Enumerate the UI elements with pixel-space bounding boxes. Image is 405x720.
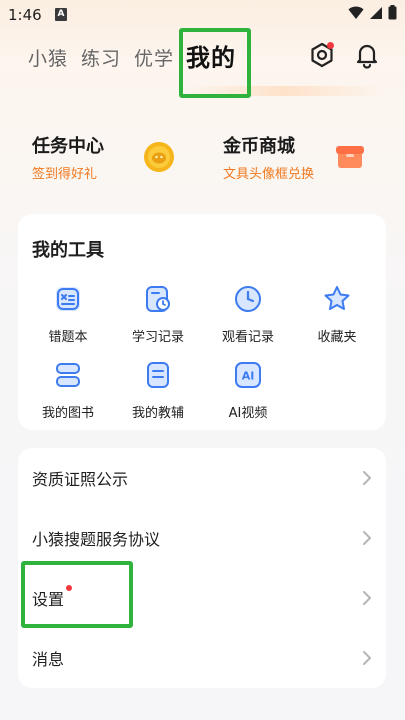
- tool-label: 学习记录: [131, 330, 184, 345]
- menu-item-label: 资质证照公示: [32, 470, 129, 489]
- tab-youxue[interactable]: 优学: [134, 44, 174, 71]
- task-center-subtitle: 签到得好礼: [32, 167, 98, 182]
- bell-icon: [356, 44, 378, 69]
- wifi-icon: [348, 6, 364, 19]
- wrong-answers-icon: [56, 287, 80, 311]
- menu-item-label: 消息: [32, 650, 65, 669]
- study-record-icon: [146, 286, 170, 312]
- chevron-right-icon: [363, 531, 371, 545]
- tab-practice[interactable]: 练习: [81, 44, 121, 71]
- tool-label: 错题本: [48, 330, 88, 345]
- notification-icon: A: [55, 8, 67, 21]
- svg-text:AI: AI: [242, 370, 255, 383]
- task-center-title: 任务中心: [32, 136, 104, 157]
- signal-icon: [370, 6, 382, 19]
- tool-study-materials[interactable]: 我的教辅: [118, 360, 198, 421]
- tool-study-record[interactable]: 学习记录: [118, 284, 198, 345]
- tools-title: 我的工具: [32, 240, 104, 261]
- chevron-right-icon: [363, 471, 371, 485]
- scan-badge-dot: [327, 42, 334, 49]
- battery-icon: [388, 5, 397, 20]
- watch-history-icon: [235, 286, 261, 312]
- menu-item-messages[interactable]: 消息: [18, 628, 386, 688]
- status-icons: [348, 5, 397, 20]
- highlight-box-settings: [21, 561, 133, 628]
- tool-wrong-answers[interactable]: 错题本: [28, 284, 108, 345]
- chevron-right-icon: [363, 651, 371, 665]
- tool-label: 我的图书: [41, 406, 94, 421]
- tool-favorites[interactable]: 收藏夹: [297, 284, 377, 345]
- study-materials-icon: [147, 362, 169, 388]
- scan-button[interactable]: [308, 41, 336, 69]
- notification-button[interactable]: [353, 41, 381, 69]
- tools-card: 我的工具 错题本 学习记录 观看记录 收藏夹 我的图书 我的教辅 AI AI视频: [18, 214, 386, 430]
- books-icon: [56, 363, 80, 387]
- task-center-entry[interactable]: 任务中心 签到得好礼: [20, 120, 190, 190]
- menu-item-label: 小猿搜题服务协议: [32, 530, 161, 549]
- tool-watch-history[interactable]: 观看记录: [208, 284, 288, 345]
- menu-item-service-agreement[interactable]: 小猿搜题服务协议: [18, 508, 386, 568]
- status-time: 1:46: [8, 6, 42, 24]
- ai-video-icon: AI: [235, 362, 261, 388]
- coin-store-entry[interactable]: 金币商城 文具头像框兑换: [210, 120, 386, 190]
- tab-xiaoyuan[interactable]: 小猿: [28, 44, 68, 71]
- tool-label: 收藏夹: [317, 330, 357, 345]
- coin-store-subtitle: 文具头像框兑换: [223, 167, 315, 182]
- tool-books[interactable]: 我的图书: [28, 360, 108, 421]
- tool-label: 观看记录: [221, 330, 274, 345]
- favorites-star-icon: [324, 286, 350, 310]
- store-box-icon: [336, 146, 364, 168]
- tool-label: 我的教辅: [131, 406, 184, 421]
- menu-item-qualifications[interactable]: 资质证照公示: [18, 448, 386, 508]
- coin-store-title: 金币商城: [223, 136, 295, 157]
- chevron-right-icon: [363, 591, 371, 605]
- status-bar: 1:46 A: [0, 0, 405, 30]
- highlight-box-mine-tab: [179, 28, 251, 98]
- tool-label: AI视频: [228, 406, 268, 421]
- coin-pig-icon: [144, 142, 174, 172]
- tool-ai-video[interactable]: AI AI视频: [208, 360, 288, 421]
